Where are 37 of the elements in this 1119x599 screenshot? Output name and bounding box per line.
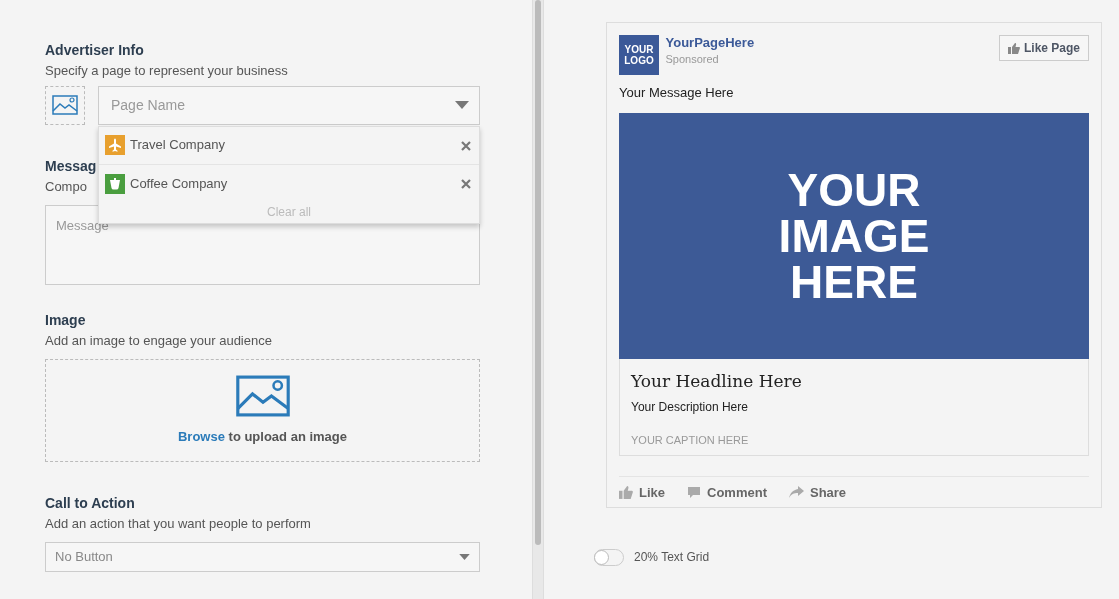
page-name[interactable]: YourPageHere <box>665 35 993 51</box>
section-subtitle: Add an action that you want people to perform <box>45 516 311 532</box>
sponsored-label: Sponsored <box>665 52 720 67</box>
section-title: Image <box>45 312 86 329</box>
thumbs-up-icon <box>619 485 633 499</box>
toggle-label: 20% Text Grid <box>634 549 710 566</box>
caret-icon <box>455 101 469 109</box>
ad-image: YOUR IMAGE HERE <box>619 112 1089 359</box>
like-button[interactable]: Like <box>619 482 665 502</box>
image-icon <box>52 95 78 115</box>
ad-headline: Your Headline Here <box>631 369 803 393</box>
section-subtitle: Compo <box>45 178 87 195</box>
section-subtitle: Add an image to engage your audience <box>45 333 272 349</box>
section-title: Call to Action <box>45 495 135 512</box>
ad-message: Your Message Here <box>619 84 735 102</box>
section-subtitle: Specify a page to represent your business <box>45 63 288 79</box>
upload-hint: Browse to upload an image <box>177 427 347 446</box>
comment-icon <box>687 485 701 499</box>
dropdown-option[interactable]: Coffee Company <box>99 164 479 203</box>
dropdown-option[interactable]: Travel Company <box>99 126 479 165</box>
section-title: Messag <box>45 157 97 175</box>
caret-icon <box>459 554 470 560</box>
image-upload-area[interactable]: Browse to upload an image <box>45 359 480 462</box>
image-placeholder[interactable] <box>45 85 85 125</box>
share-icon <box>788 486 804 499</box>
ad-description: Your Description Here <box>631 399 749 416</box>
toggle-switch[interactable] <box>594 548 624 566</box>
browse-link[interactable]: Browse <box>177 428 225 444</box>
call-to-action-select[interactable]: No Button <box>45 542 480 572</box>
thumbs-up-icon <box>1007 42 1020 54</box>
comment-button[interactable]: Comment <box>687 482 767 502</box>
like-page-button[interactable]: Like Page <box>998 35 1089 61</box>
section-title: Advertiser Info <box>45 42 144 59</box>
share-button[interactable]: Share <box>788 482 847 502</box>
ad-caption: YOUR CAPTION HERE <box>631 433 750 448</box>
scrollbar[interactable] <box>535 0 541 545</box>
logo: YOUR LOGO <box>619 35 659 75</box>
